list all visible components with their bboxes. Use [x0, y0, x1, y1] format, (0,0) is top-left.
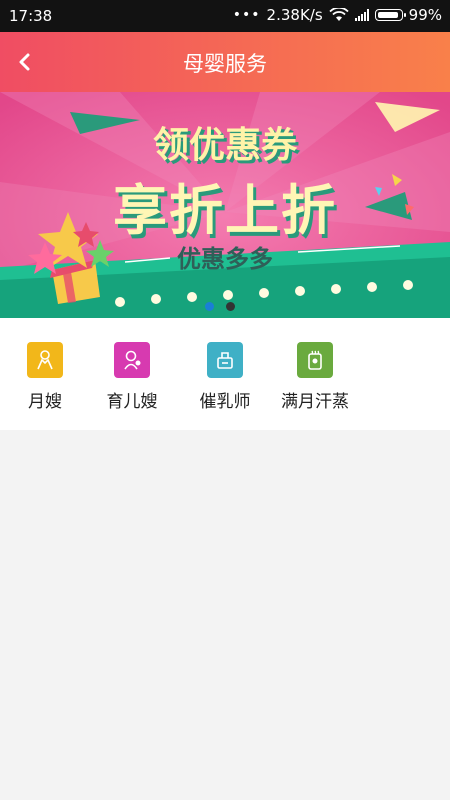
service-item-manyue-hanzheng[interactable]: 满月汗蒸 [270, 342, 360, 412]
banner-subline: 优惠多多 [177, 245, 273, 273]
carousel-dot[interactable] [226, 302, 235, 311]
banner-headline-1: 领优惠券 [152, 125, 297, 166]
service-item-cuirushi[interactable]: 催乳师 [180, 342, 270, 412]
yuesao-icon [27, 342, 63, 378]
status-time: 17:38 [9, 7, 53, 25]
yuersao-icon [114, 342, 150, 378]
battery-icon [374, 9, 406, 21]
service-label: 催乳师 [199, 392, 251, 412]
battery-percent: 99% [408, 6, 442, 24]
service-grid: 月嫂 育儿嫂 催乳师 满月汗蒸 [0, 318, 450, 430]
service-label: 月嫂 [28, 392, 62, 412]
header-bar: 母婴服务 [0, 32, 450, 92]
promo-banner[interactable]: 领优惠券 享折上折 优惠多多 [0, 92, 450, 318]
service-label: 育儿嫂 [106, 392, 158, 412]
page-title: 母婴服务 [183, 52, 267, 76]
carousel-dot-active[interactable] [205, 302, 214, 311]
wifi-icon [329, 8, 349, 21]
banner-headline-2: 享折上折 [113, 179, 337, 242]
cuirushi-icon [207, 342, 243, 378]
manyue-hanzheng-icon [297, 342, 333, 378]
network-speed: 2.38K/s [266, 6, 323, 24]
carousel-indicator [205, 302, 235, 311]
service-item-yuersao[interactable]: 育儿嫂 [87, 342, 177, 412]
signal-icon [354, 9, 369, 21]
service-item-yuesao[interactable]: 月嫂 [0, 342, 90, 412]
status-icons: ••• 2.38K/s 99% [233, 6, 442, 24]
more-dots-icon: ••• [232, 7, 261, 23]
status-bar: 17:38 ••• 2.38K/s 99% [0, 0, 450, 32]
service-label: 满月汗蒸 [281, 392, 349, 412]
